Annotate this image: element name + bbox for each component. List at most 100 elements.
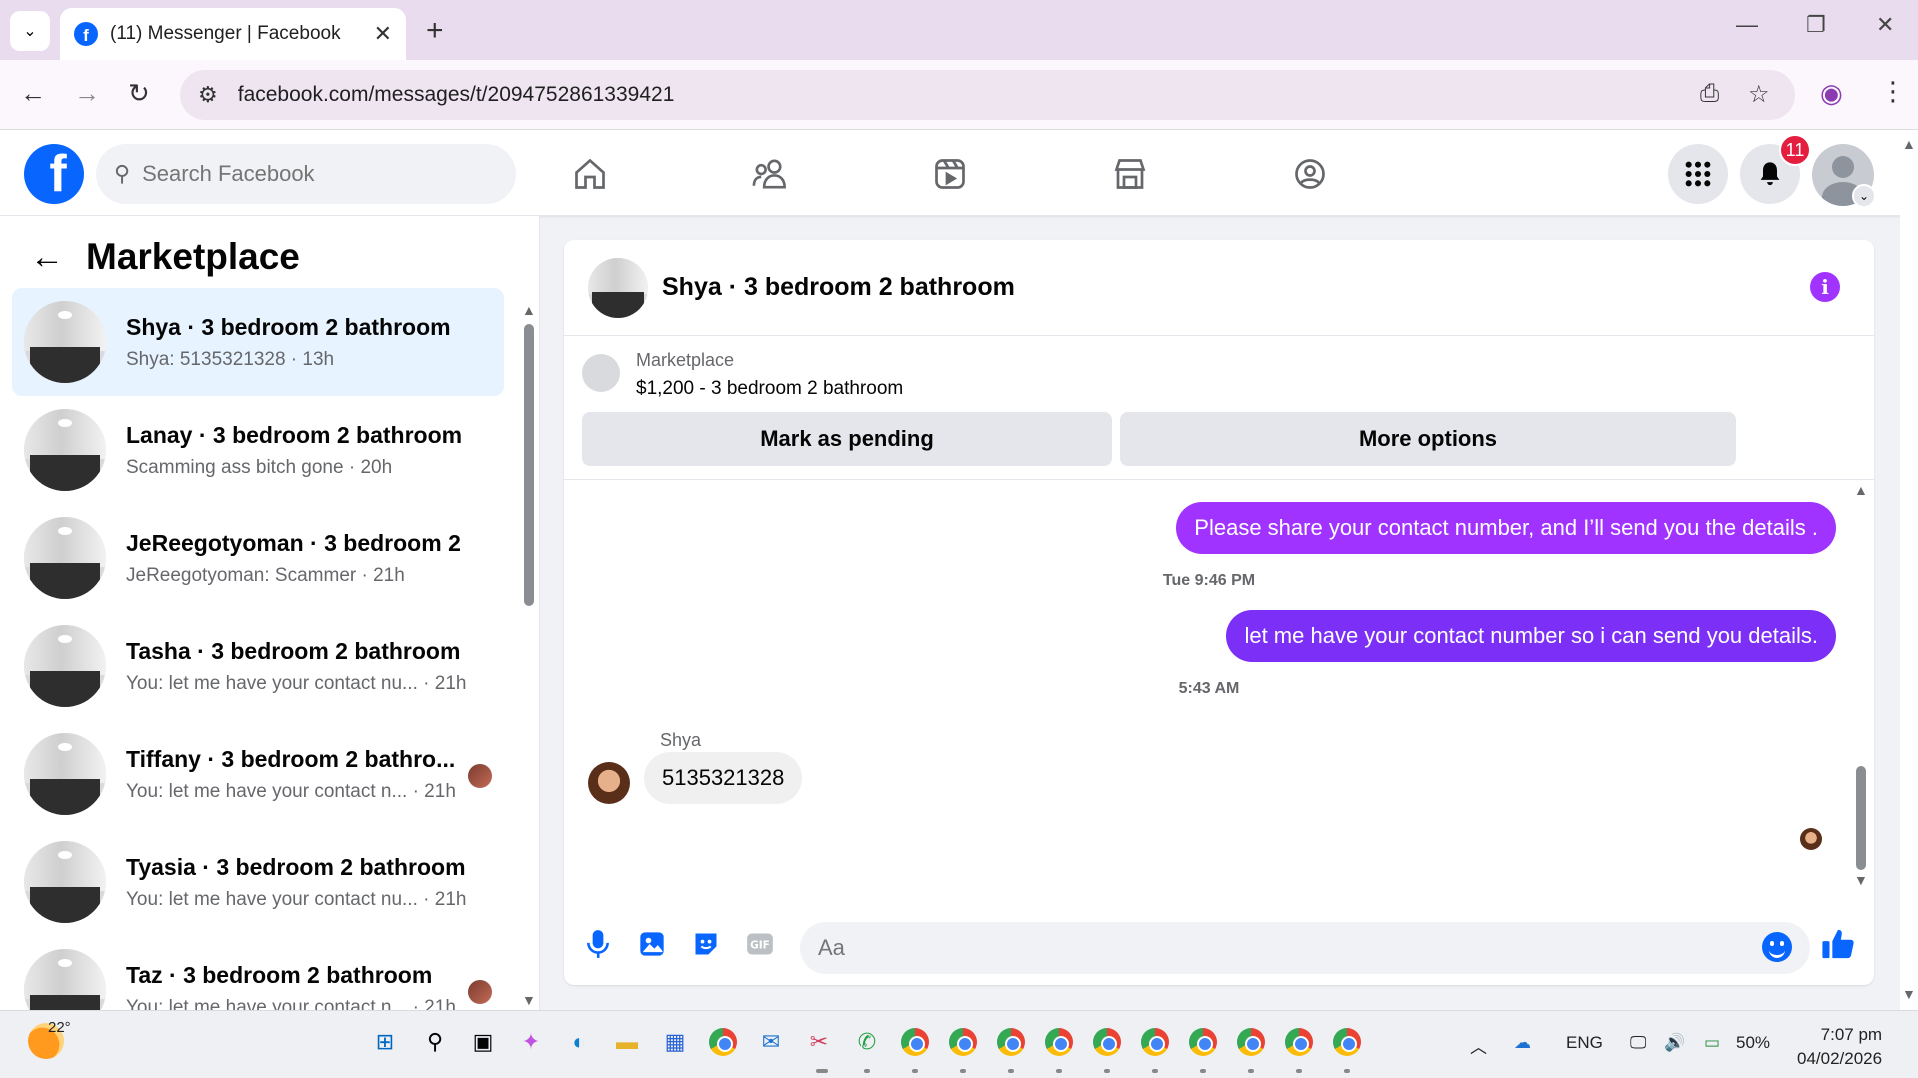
message-scrollbar[interactable]: ▲ ▼ — [1854, 480, 1870, 910]
marketplace-icon[interactable] — [1100, 148, 1160, 200]
new-tab-plus-icon[interactable]: + — [426, 14, 444, 48]
outlook-icon[interactable]: ✉ — [756, 1027, 786, 1057]
chrome-window-icon[interactable] — [1044, 1027, 1074, 1057]
more-options-button[interactable]: More options — [1120, 412, 1736, 466]
back-arrow-icon[interactable]: ← — [30, 238, 64, 277]
browser-menu-icon[interactable]: ⋮ — [1880, 76, 1906, 107]
gaming-icon[interactable] — [1280, 148, 1340, 200]
facebook-search-box[interactable]: ⚲ — [96, 144, 516, 204]
browser-tab-messenger[interactable]: f (11) Messenger | Facebook ✕ — [60, 8, 406, 60]
chrome-window-icon[interactable] — [900, 1027, 930, 1057]
language-indicator[interactable]: ENG — [1566, 1033, 1603, 1053]
incoming-message[interactable]: 5135321328 — [644, 752, 803, 804]
scroll-down-arrow-icon[interactable]: ▼ — [1854, 872, 1868, 888]
conversation-preview: You: let me have your contact n... · 21h — [126, 996, 456, 1011]
conversation-item-shya[interactable]: Shya · 3 bedroom 2 bathroom Shya: 513532… — [12, 288, 504, 396]
scroll-up-arrow-icon[interactable]: ▲ — [1902, 136, 1916, 152]
chrome-window-icon[interactable] — [1140, 1027, 1170, 1057]
weather-widget[interactable]: 22° — [28, 1019, 71, 1059]
gif-icon[interactable]: GIF — [742, 926, 778, 962]
chat-listing-avatar[interactable] — [588, 257, 648, 318]
tab-close-icon[interactable]: ✕ — [374, 21, 392, 47]
photo-icon[interactable] — [634, 926, 670, 962]
listing-thumbnail[interactable] — [582, 354, 620, 392]
facebook-search-input[interactable] — [142, 161, 483, 187]
message-input-box[interactable] — [800, 922, 1810, 974]
conversation-item-tyasia[interactable]: Tyasia · 3 bedroom 2 bathroom You: let m… — [12, 828, 504, 936]
conversation-name: Lanay · 3 bedroom 2 bathroom — [126, 421, 463, 448]
bookmark-star-icon[interactable]: ☆ — [1748, 80, 1770, 109]
video-icon[interactable] — [920, 148, 980, 200]
scroll-down-arrow-icon[interactable]: ▼ — [522, 992, 536, 1008]
conversation-name: Shya · 3 bedroom 2 bathroom — [126, 313, 451, 340]
chrome-window-icon[interactable] — [1332, 1027, 1362, 1057]
address-bar[interactable]: ⚙ facebook.com/messages/t/20947528613394… — [180, 70, 1795, 120]
outgoing-message[interactable]: let me have your contact number so i can… — [1226, 610, 1836, 662]
conversation-info-icon[interactable]: i — [1810, 272, 1840, 302]
reload-icon[interactable]: ↻ — [128, 78, 150, 109]
sticker-icon[interactable] — [688, 926, 724, 962]
emoji-smiley-icon[interactable] — [1762, 932, 1792, 962]
system-clock[interactable]: 7:07 pm 04/02/2026 — [1797, 1023, 1882, 1071]
conversation-item-lanay[interactable]: Lanay · 3 bedroom 2 bathroom Scamming as… — [12, 396, 504, 504]
install-app-icon[interactable]: ⎙ — [1700, 80, 1719, 108]
conversation-list-scrollbar[interactable]: ▲ ▼ — [522, 296, 536, 1008]
chat-header: Shya · 3 bedroom 2 bathroom i — [564, 240, 1874, 336]
message-timestamp: Tue 9:46 PM — [1162, 572, 1256, 589]
panel-heading: Marketplace — [86, 236, 300, 277]
window-close-icon[interactable]: ✕ — [1876, 12, 1894, 38]
outgoing-message[interactable]: Please share your contact number, and I’… — [1176, 502, 1836, 554]
listing-title[interactable]: $1,200 - 3 bedroom 2 bathroom — [636, 378, 903, 400]
scroll-up-arrow-icon[interactable]: ▲ — [522, 302, 536, 318]
chrome-window-icon[interactable] — [948, 1027, 978, 1057]
conversation-name: Taz · 3 bedroom 2 bathroom — [126, 961, 433, 988]
browser-tab-strip: ⌄ f (11) Messenger | Facebook ✕ + — ❐ ✕ — [0, 0, 1918, 60]
sender-avatar[interactable] — [588, 762, 630, 804]
chrome-window-icon[interactable] — [1092, 1027, 1122, 1057]
snipping-tool-icon[interactable]: ✂ — [804, 1027, 834, 1057]
network-icon[interactable]: 🖵 — [1630, 1033, 1646, 1053]
whatsapp-icon[interactable]: ✆ — [852, 1027, 882, 1057]
file-explorer-icon[interactable]: ▬ — [612, 1027, 642, 1057]
mark-as-pending-button[interactable]: Mark as pending — [582, 412, 1112, 466]
conversation-item-jereegotyoman[interactable]: JeReegotyoman · 3 bedroom 2 ... JeReegot… — [12, 504, 504, 612]
conversation-item-tiffany[interactable]: Tiffany · 3 bedroom 2 bathro... You: let… — [12, 720, 504, 828]
edge-icon[interactable]: ◐ — [564, 1027, 594, 1057]
scroll-down-arrow-icon[interactable]: ▼ — [1902, 986, 1916, 1002]
chrome-icon[interactable] — [708, 1027, 738, 1057]
hidden-icons-chevron-up-icon[interactable]: ︿ — [1470, 1033, 1487, 1058]
task-view-icon[interactable]: ▣ — [468, 1027, 498, 1057]
chat-title[interactable]: Shya · 3 bedroom 2 bathroom — [662, 273, 1015, 302]
conversation-item-taz[interactable]: Taz · 3 bedroom 2 bathroom You: let me h… — [12, 936, 504, 1010]
chrome-window-icon[interactable] — [996, 1027, 1026, 1057]
back-arrow-icon[interactable]: ← — [20, 78, 46, 109]
menu-grid-icon[interactable] — [1668, 144, 1728, 204]
facebook-logo-icon[interactable]: f — [24, 144, 84, 204]
site-info-icon[interactable]: ⚙ — [198, 82, 218, 108]
browser-profile-icon[interactable]: ◉ — [1820, 78, 1843, 109]
volume-icon[interactable]: 🔊 — [1664, 1033, 1685, 1053]
message-input[interactable] — [818, 935, 1718, 961]
minimize-icon[interactable]: — — [1736, 12, 1758, 38]
scroll-up-arrow-icon[interactable]: ▲ — [1854, 482, 1868, 498]
chrome-window-icon[interactable] — [1236, 1027, 1266, 1057]
microphone-icon[interactable] — [580, 926, 616, 962]
url-text[interactable]: facebook.com/messages/t/2094752861339421 — [238, 83, 675, 107]
store-icon[interactable]: ▦ — [660, 1027, 690, 1057]
page-scrollbar[interactable]: ▲ ▼ — [1900, 130, 1918, 1010]
forward-arrow-icon[interactable]: → — [74, 78, 100, 109]
chrome-window-icon[interactable] — [1188, 1027, 1218, 1057]
home-icon[interactable] — [560, 148, 620, 200]
taskbar-search-icon[interactable]: ⚲ — [420, 1027, 450, 1057]
tab-search-chevron-icon[interactable]: ⌄ — [10, 11, 50, 51]
windows-start-icon[interactable]: ⊞ — [370, 1027, 400, 1057]
copilot-icon[interactable]: ✦ — [516, 1027, 546, 1057]
onedrive-icon[interactable]: ☁ — [1514, 1033, 1531, 1053]
friends-icon[interactable] — [740, 148, 800, 200]
battery-icon[interactable]: ▭ — [1704, 1033, 1720, 1053]
chrome-window-icon[interactable] — [1284, 1027, 1314, 1057]
conversation-item-tasha[interactable]: Tasha · 3 bedroom 2 bathroom You: let me… — [12, 612, 504, 720]
restore-icon[interactable]: ❐ — [1806, 12, 1826, 38]
account-chevron-down-icon[interactable]: ⌄ — [1852, 184, 1876, 208]
thumbs-up-icon[interactable] — [1820, 926, 1856, 962]
